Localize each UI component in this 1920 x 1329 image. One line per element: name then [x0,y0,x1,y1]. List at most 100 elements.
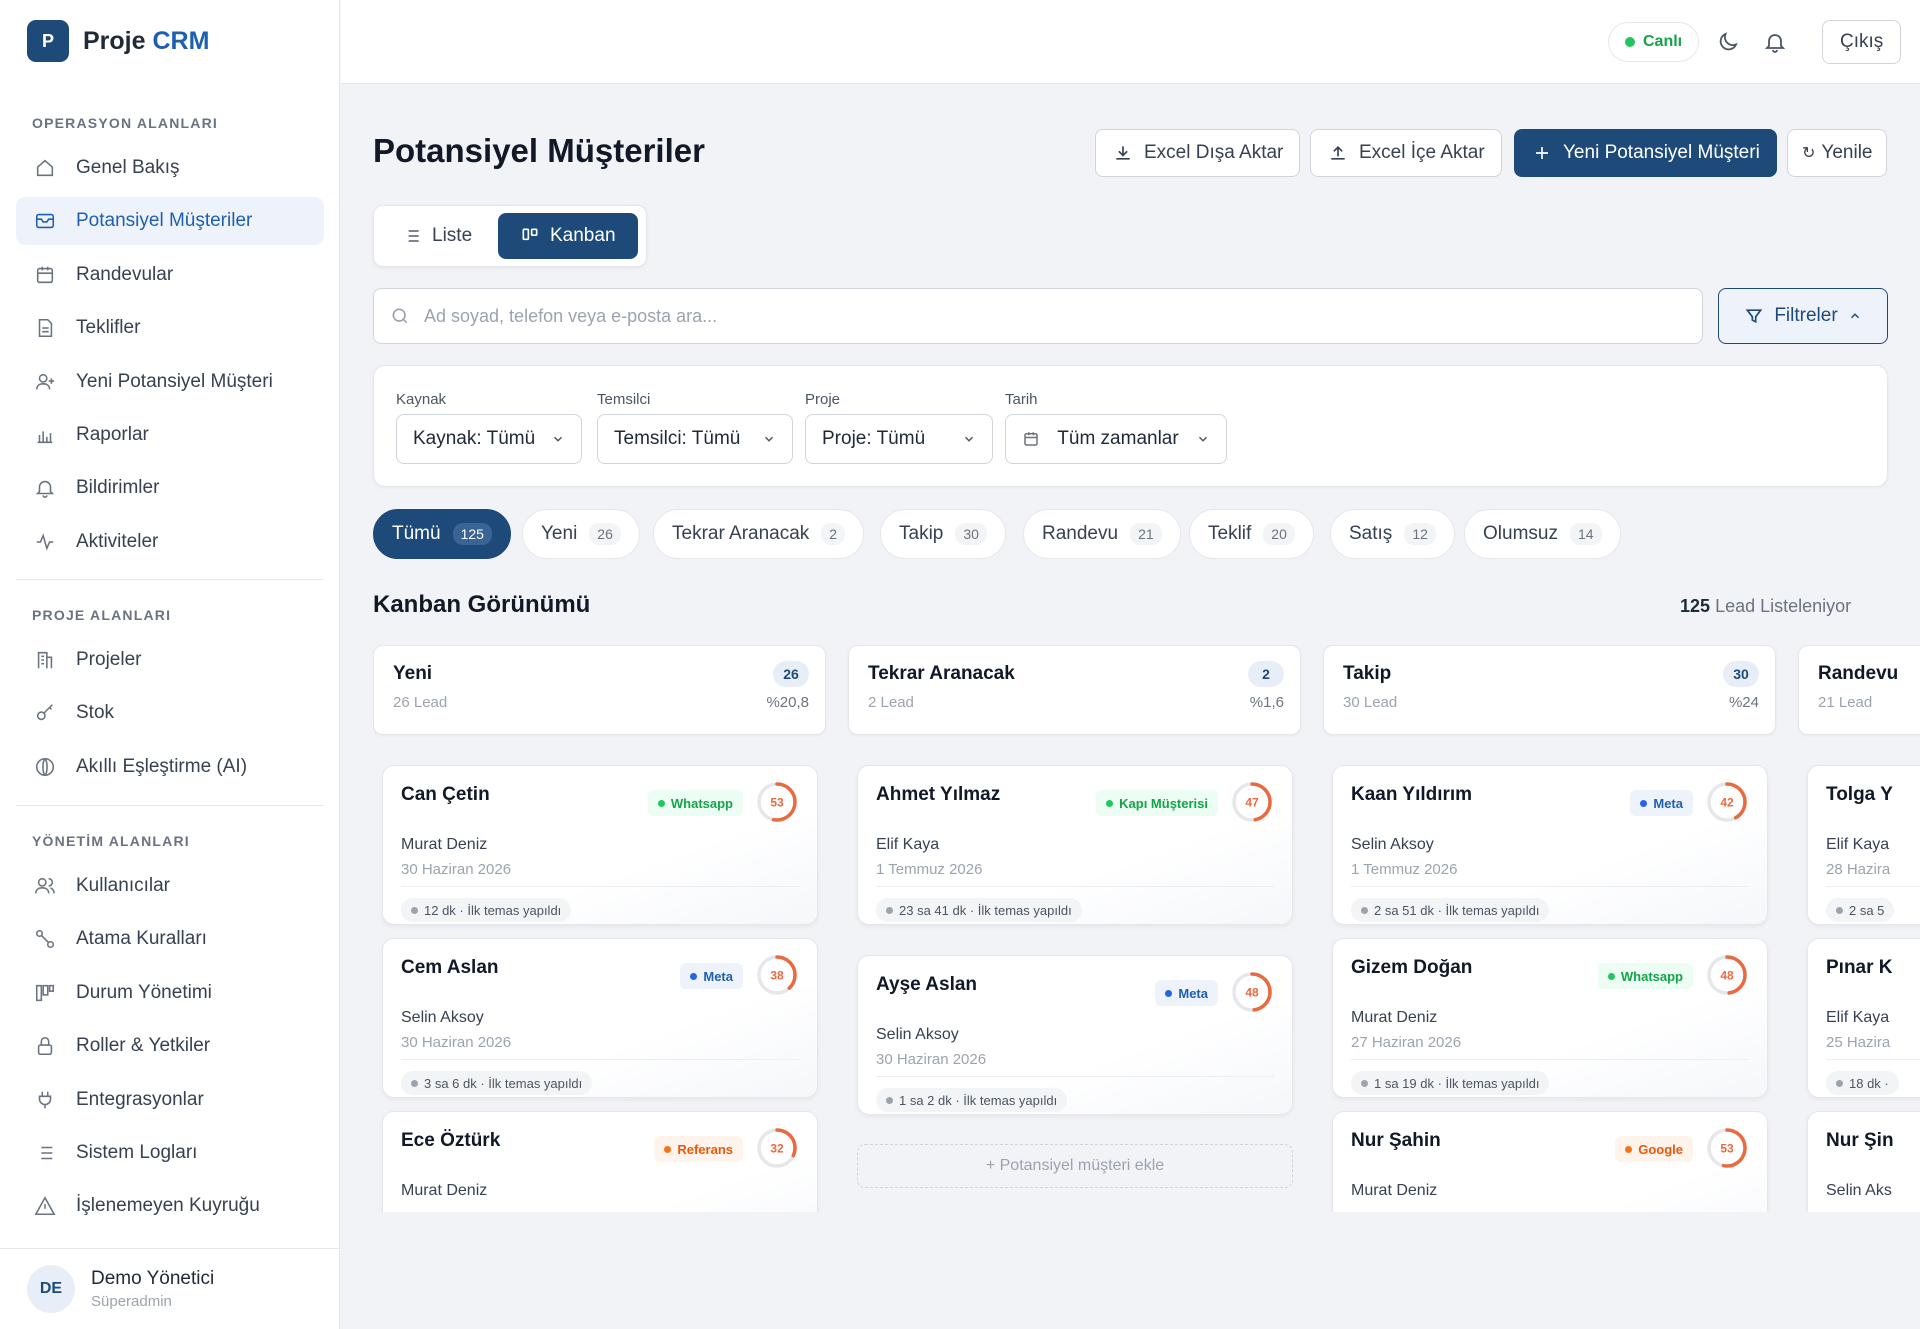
agent-select-value: Temsilci: Tümü [614,428,741,449]
lead-card[interactable]: Pınar K Elif Kaya 25 Hazira 18 dk · [1807,938,1920,1098]
lead-card[interactable]: Nur Şahin Google 53 Murat Deniz [1332,1111,1768,1212]
sidebar-item-teklifler[interactable]: Teklifler [16,304,324,352]
source-badge: Referans [654,1136,743,1162]
sidebar-item-sistem-logları[interactable]: Sistem Logları [16,1129,324,1177]
last-activity: 2 sa 5 [1826,898,1895,922]
status-tab[interactable]: Satış 12 [1330,509,1455,559]
sidebar-item-durum-yönetimi[interactable]: Durum Yönetimi [16,969,324,1017]
status-tab[interactable]: Tekrar Aranacak 2 [653,509,865,559]
lead-agent: Selin Aksoy [876,1026,959,1043]
filters-button[interactable]: Filtreler [1718,288,1888,344]
lead-card[interactable]: Ece Öztürk Referans 32 Murat Deniz [382,1111,818,1212]
kanban-column-header: Randevu 21 Lead [1798,645,1920,735]
activity-text: 18 dk · [1849,1075,1889,1091]
brand[interactable]: P Proje CRM [27,20,209,62]
search-icon [390,306,410,326]
list-view-button[interactable]: Liste [380,213,494,259]
sidebar-item-label: Kullanıcılar [76,875,170,896]
sidebar-item-akıllı-eşleştirme-ai-[interactable]: Akıllı Eşleştirme (AI) [16,743,324,791]
lead-card[interactable]: Ayşe Aslan Meta 48 Selin Aksoy 30 Haziran 20… [857,955,1293,1115]
status-tab[interactable]: Randevu 21 [1023,509,1181,559]
lead-card[interactable]: Tolga Y Elif Kaya 28 Hazira 2 sa 5 [1807,765,1920,925]
sidebar-item-roller-yetkiler[interactable]: Roller & Yetkiler [16,1022,324,1070]
sidebar-item-label: Stok [76,702,115,724]
sidebar-item-label: Atama Kuralları [76,928,207,950]
filter-panel: Kaynak Kaynak: Tümü Temsilci Temsilci: T… [373,365,1888,487]
source-dot [690,972,698,980]
sidebar-item-stok[interactable]: Stok [16,689,324,737]
status-tab[interactable]: Takip 30 [880,509,1006,559]
moon-icon[interactable] [1712,26,1744,58]
last-activity: 1 sa 19 dk · İlk temas yapıldı [1351,1071,1550,1095]
sidebar-item-label: Entegrasyonlar [76,1088,204,1110]
lead-card[interactable]: Cem Aslan Meta 38 Selin Aksoy 30 Haziran 202… [382,938,818,1098]
kanban-view-button[interactable]: Kanban [498,213,638,259]
sidebar-item-randevular[interactable]: Randevular [16,251,324,299]
home-icon [32,155,58,181]
new-lead-button[interactable]: Yeni Potansiyel Müşteri [1514,129,1777,177]
lead-agent: Murat Deniz [401,836,488,853]
topbar: Canlı Çıkış [341,0,1920,84]
agent-select[interactable]: Temsilci: Tümü [597,414,793,464]
sidebar-item-kullanıcılar[interactable]: Kullanıcılar [16,862,324,910]
lead-name: Tolga Y [1826,784,1893,805]
source-select[interactable]: Kaynak: Tümü [396,414,582,464]
sidebar-item-i-şlenemeyen-kuyruğu[interactable]: İşlenemeyen Kuyruğu [16,1182,324,1230]
logout-button[interactable]: Çıkış [1822,20,1902,64]
source-badge: Google [1615,1136,1693,1162]
lead-score: 32 [770,1142,784,1156]
refresh-button[interactable]: ↻ Yenile [1787,129,1888,177]
card-divider [401,1059,799,1060]
status-tab[interactable]: Yeni 26 [522,509,640,559]
source-dot [1106,799,1114,807]
lead-card[interactable]: Kaan Yıldırım Meta 42 Selin Aksoy 1 Temmuz 2… [1332,765,1768,925]
lead-date: 30 Haziran 2026 [401,861,512,878]
activity-dot [1836,906,1843,914]
excel-import-button[interactable]: Excel İçe Aktar [1310,129,1502,177]
route-icon [32,926,58,952]
lead-card[interactable]: Nur Şin Selin Aks [1807,1111,1920,1212]
column-count-badge: 26 [773,661,809,687]
sidebar-item-label: Aktiviteler [76,530,159,552]
add-lead-button[interactable]: + Potansiyel müşteri ekle [857,1144,1293,1188]
sidebar-item-yeni-potansiyel-müşteri[interactable]: Yeni Potansiyel Müşteri [16,358,324,406]
filter-label-date: Tarih [1005,391,1038,408]
search-input[interactable] [424,305,1624,327]
sidebar-item-atama-kuralları[interactable]: Atama Kuralları [16,915,324,963]
status-tab[interactable]: Teklif 20 [1189,509,1314,559]
lead-card[interactable]: Can Çetin Whatsapp 53 Murat Deniz 30 Haziran… [382,765,818,925]
source-select-value: Kaynak: Tümü [413,428,536,449]
bell-icon[interactable] [1759,26,1791,58]
user-profile[interactable]: DE Demo Yönetici Süperadmin [0,1248,340,1329]
source-dot [1640,799,1648,807]
project-select[interactable]: Proje: Tümü [805,414,993,464]
lead-date: 1 Temmuz 2026 [876,861,983,878]
sidebar-item-raporlar[interactable]: Raporlar [16,411,324,459]
last-activity: 2 sa 51 dk · İlk temas yapıldı [1351,898,1550,922]
lead-agent: Murat Deniz [1351,1009,1438,1026]
status-tab[interactable]: Tümü 125 [373,509,511,559]
lead-card[interactable]: Ahmet Yılmaz Kapı Müşterisi 47 Elif Kaya 1 T… [857,765,1293,925]
source-label: Meta [703,968,733,984]
activity-dot [1361,1079,1368,1087]
card-divider [401,886,799,887]
filter-label-project: Proje [805,391,841,408]
lead-card[interactable]: Gizem Doğan Whatsapp 48 Murat Deniz 27 Hazir… [1332,938,1768,1098]
user-role: Süperadmin [91,1293,172,1310]
card-divider [1351,886,1749,887]
source-badge: Meta [680,963,743,989]
sidebar-item-entegrasyonlar[interactable]: Entegrasyonlar [16,1076,324,1124]
status-tab[interactable]: Olumsuz 14 [1464,509,1621,559]
source-label: Referans [677,1141,733,1157]
sidebar-item-projeler[interactable]: Projeler [16,636,324,684]
lead-name: Kaan Yıldırım [1351,784,1473,805]
date-select[interactable]: Tüm zamanlar [1005,414,1227,464]
sidebar-item-aktiviteler[interactable]: Aktiviteler [16,518,324,566]
sidebar-item-bildirimler[interactable]: Bildirimler [16,464,324,512]
lead-score-ring: 42 [1705,780,1749,824]
sidebar-item-genel-bakış[interactable]: Genel Bakış [16,144,324,192]
excel-export-button[interactable]: Excel Dışa Aktar [1095,129,1301,177]
brand-logo: P [27,20,69,62]
sidebar-item-potansiyel-müşteriler[interactable]: Potansiyel Müşteriler [16,197,324,246]
activity-dot [1361,906,1368,914]
